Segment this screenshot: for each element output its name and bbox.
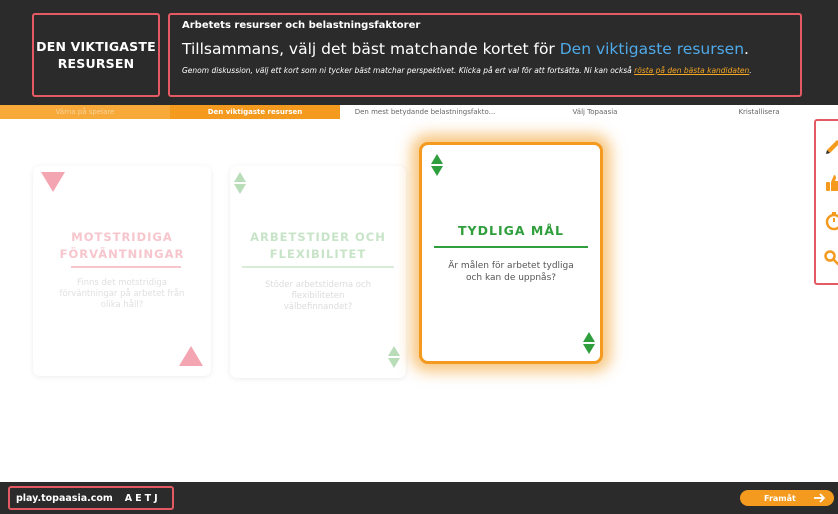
progress-tabs: Värna på spelare Den viktigaste resursen…	[0, 105, 838, 119]
headline-prefix: Tillsammans, välj det bäst matchande kor…	[182, 40, 560, 58]
header-bar: DEN VIKTIGASTE RESURSEN Arbetets resurse…	[0, 0, 838, 105]
tab-most-significant-burden[interactable]: Den mest betydande belastningsfakto...	[340, 105, 510, 119]
tab-choose-topaasia[interactable]: Välj Topaasia	[510, 105, 680, 119]
instructions-panel: Arbetets resurser och belastningsfaktore…	[168, 13, 802, 97]
thumbs-up-icon[interactable]	[824, 173, 838, 193]
game-code: AETJ	[124, 492, 161, 504]
forward-label: Framåt	[764, 493, 796, 503]
instruction-end: .	[749, 66, 752, 75]
card-conflicting-expectations[interactable]: MOTSTRIDIGA FÖRVÄNTNINGAR Finns det mots…	[33, 166, 211, 376]
app-root: DEN VIKTIGASTE RESURSEN Arbetets resurse…	[0, 0, 838, 514]
card-divider	[71, 266, 181, 268]
card-working-hours-flexibility[interactable]: ARBETSTIDER OCH FLEXIBILITET Stöder arbe…	[230, 166, 406, 378]
key-icon[interactable]	[824, 249, 838, 269]
burden-triangle-down-icon	[41, 172, 65, 192]
pencil-icon[interactable]	[824, 135, 838, 155]
arrow-right-icon	[814, 493, 826, 503]
resource-diamond-icon	[388, 346, 400, 368]
phase-label: DEN VIKTIGASTE RESURSEN	[36, 39, 156, 71]
card-description: Stöder arbetstiderna och flexibiliteten …	[264, 280, 372, 312]
headline-suffix: .	[744, 40, 749, 58]
footer-bar: play.topaasia.com AETJ Framåt	[0, 482, 838, 514]
game-info-box: play.topaasia.com AETJ	[8, 486, 174, 510]
side-toolbar	[814, 119, 838, 285]
card-title: ARBETSTIDER OCH FLEXIBILITET	[250, 230, 386, 261]
resource-diamond-icon	[583, 332, 595, 354]
tab-most-important-resource[interactable]: Den viktigaste resursen	[170, 105, 340, 119]
instruction-body: Genom diskussion, välj ett kort som ni t…	[182, 66, 635, 75]
section-title: Arbetets resurser och belastningsfaktore…	[182, 20, 421, 31]
card-title: TYDLIGA MÅL	[458, 223, 564, 238]
timer-icon[interactable]	[824, 211, 838, 231]
phase-label-box: DEN VIKTIGASTE RESURSEN	[32, 13, 160, 97]
instruction-text: Genom diskussion, välj ett kort som ni t…	[182, 65, 790, 76]
card-divider	[434, 246, 588, 248]
forward-button[interactable]: Framåt	[740, 490, 834, 506]
card-description: Är målen för arbetet tydliga och kan de …	[448, 261, 574, 283]
headline: Tillsammans, välj det bäst matchande kor…	[182, 38, 790, 60]
vote-link[interactable]: rösta på den bästa kandidaten	[634, 66, 749, 75]
card-divider	[242, 266, 394, 268]
resource-diamond-icon	[234, 172, 246, 194]
tab-players[interactable]: Värna på spelare	[0, 105, 170, 119]
game-url: play.topaasia.com	[16, 492, 113, 504]
card-description: Finns det motstridiga förväntningar på a…	[59, 278, 185, 310]
card-clear-goals[interactable]: TYDLIGA MÅL Är målen för arbetet tydliga…	[419, 142, 603, 364]
tab-crystallize[interactable]: Kristallisera	[680, 105, 838, 119]
resource-diamond-icon	[431, 154, 443, 176]
burden-triangle-up-icon	[179, 346, 203, 366]
card-title: MOTSTRIDIGA FÖRVÄNTNINGAR	[59, 230, 185, 261]
headline-highlight: Den viktigaste resursen	[559, 40, 745, 58]
